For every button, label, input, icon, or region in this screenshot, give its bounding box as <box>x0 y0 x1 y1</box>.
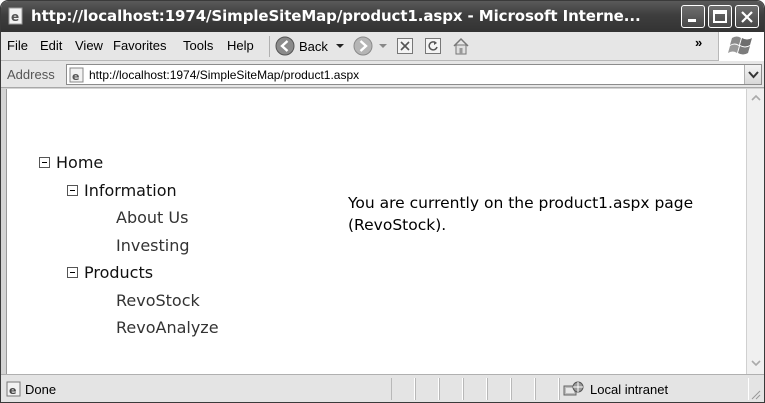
tree-node-label[interactable]: Products <box>84 263 153 282</box>
ie-page-icon: e <box>69 67 84 83</box>
address-url: http://localhost:1974/SimpleSiteMap/prod… <box>89 68 360 82</box>
status-panel <box>511 378 535 400</box>
tree-node-about-us[interactable]: About Us <box>116 208 188 227</box>
tree-node-information[interactable]: Information <box>67 181 177 200</box>
toolbar-overflow-chevron[interactable]: » <box>695 35 702 50</box>
menu-edit[interactable]: Edit <box>40 38 62 53</box>
tree-node-revoanalyze[interactable]: RevoAnalyze <box>116 318 219 337</box>
tree-node-home[interactable]: Home <box>39 153 103 172</box>
close-button[interactable] <box>735 5 759 28</box>
collapse-toggle-icon[interactable] <box>67 267 78 278</box>
security-zone-text: Local intranet <box>590 382 669 397</box>
windows-logo <box>718 32 764 61</box>
forward-arrow-icon <box>353 36 373 56</box>
forward-button[interactable] <box>353 35 389 57</box>
toolbar-separator <box>269 36 270 57</box>
tree-node-revostock[interactable]: RevoStock <box>116 291 200 310</box>
menu-tools[interactable]: Tools <box>183 38 213 53</box>
maximize-button[interactable] <box>708 5 732 28</box>
chevron-down-icon <box>748 71 759 79</box>
windows-logo-icon <box>728 36 752 55</box>
resize-grip-icon[interactable] <box>749 388 761 400</box>
address-input[interactable]: e http://localhost:1974/SimpleSiteMap/pr… <box>66 64 762 85</box>
window-title: http://localhost:1974/SimpleSiteMap/prod… <box>31 7 641 25</box>
status-bar: e Done Local intranet <box>1 374 764 402</box>
svg-text:e: e <box>11 10 19 24</box>
refresh-icon <box>425 38 441 54</box>
menu-bar: File Edit View Favorites Tools Help Back <box>1 32 764 61</box>
menu-file[interactable]: File <box>7 38 28 53</box>
status-panel <box>415 378 439 400</box>
status-panel <box>439 378 463 400</box>
collapse-toggle-icon[interactable] <box>67 185 78 196</box>
status-panel <box>463 378 487 400</box>
status-panel <box>487 378 511 400</box>
local-intranet-icon <box>563 381 584 396</box>
chevron-down-icon <box>379 44 387 48</box>
status-panel <box>535 378 559 400</box>
status-panel <box>391 378 415 400</box>
minimize-icon <box>688 19 696 22</box>
svg-text:e: e <box>9 384 16 397</box>
back-arrow-icon <box>275 36 295 56</box>
scroll-up-icon[interactable] <box>750 93 762 103</box>
tree-node-investing[interactable]: Investing <box>116 236 190 255</box>
menu-view[interactable]: View <box>75 38 103 53</box>
status-text: Done <box>25 382 57 397</box>
vertical-scrollbar[interactable] <box>746 89 764 374</box>
address-bar: Address e http://localhost:1974/SimpleSi… <box>1 61 764 88</box>
maximize-icon <box>713 10 727 23</box>
address-dropdown-button[interactable] <box>744 65 761 84</box>
title-bar: e http://localhost:1974/SimpleSiteMap/pr… <box>1 1 764 32</box>
tree-node-label[interactable]: Home <box>56 153 103 172</box>
browser-window: e http://localhost:1974/SimpleSiteMap/pr… <box>0 0 765 403</box>
stop-button[interactable] <box>396 35 414 57</box>
scroll-down-icon[interactable] <box>750 358 762 368</box>
tree-node-products[interactable]: Products <box>67 263 153 282</box>
collapse-toggle-icon[interactable] <box>39 157 50 168</box>
menu-favorites[interactable]: Favorites <box>113 38 166 53</box>
close-icon <box>741 11 753 23</box>
minimize-button[interactable] <box>681 5 705 28</box>
tree-node-label[interactable]: Information <box>84 181 177 200</box>
back-button-label: Back <box>299 38 328 54</box>
current-page-message: You are currently on the product1.aspx p… <box>348 194 694 234</box>
back-button[interactable]: Back <box>275 35 346 57</box>
menu-help[interactable]: Help <box>227 38 254 53</box>
ie-page-icon: e <box>8 7 23 25</box>
svg-text:e: e <box>72 70 79 83</box>
address-label: Address <box>7 67 55 82</box>
stop-icon <box>397 38 413 54</box>
chevron-down-icon <box>335 44 344 48</box>
ie-page-icon: e <box>6 381 21 397</box>
home-icon <box>453 37 469 55</box>
home-button[interactable] <box>451 35 471 57</box>
refresh-button[interactable] <box>424 35 442 57</box>
